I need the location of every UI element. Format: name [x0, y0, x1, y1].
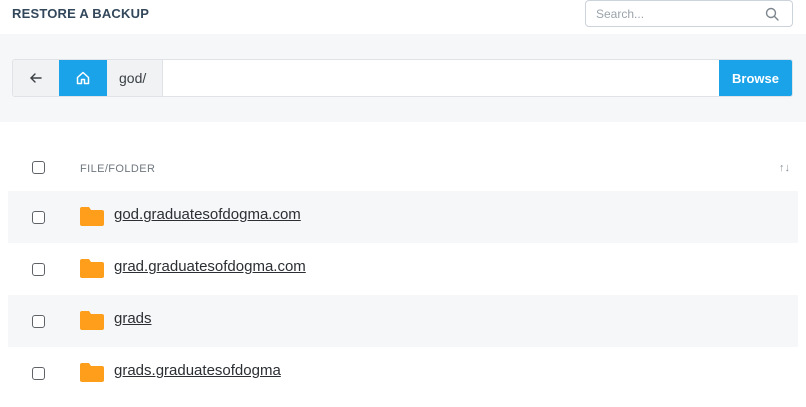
table-row: grad.graduatesofdogma.com	[8, 243, 798, 295]
file-table: FILE/FOLDER ↑↓ god.graduatesofdogma.com …	[8, 145, 798, 399]
table-header: FILE/FOLDER ↑↓	[8, 145, 798, 191]
search-box[interactable]	[585, 0, 793, 27]
folder-icon	[80, 259, 104, 278]
folder-link[interactable]: grad.graduatesofdogma.com	[114, 258, 306, 275]
search-icon[interactable]	[765, 7, 779, 21]
arrow-left-icon	[30, 73, 42, 83]
folder-link[interactable]: grads	[114, 310, 152, 327]
folder-link[interactable]: god.graduatesofdogma.com	[114, 206, 301, 223]
search-input[interactable]	[586, 1, 756, 26]
back-button[interactable]	[13, 60, 59, 96]
folder-icon	[80, 207, 104, 226]
browse-button[interactable]: Browse	[719, 60, 792, 96]
page-title: RESTORE A BACKUP	[12, 6, 150, 21]
row-checkbox[interactable]	[32, 211, 45, 224]
row-checkbox[interactable]	[32, 263, 45, 276]
row-checkbox[interactable]	[32, 367, 45, 380]
folder-icon	[80, 363, 104, 382]
home-button[interactable]	[59, 60, 107, 96]
home-icon	[76, 71, 90, 85]
folder-link[interactable]: grads.graduatesofdogma	[114, 362, 281, 379]
path-prefix: god/	[107, 60, 163, 96]
select-all-checkbox[interactable]	[32, 161, 45, 174]
path-input[interactable]	[163, 60, 719, 96]
table-row: grads.graduatesofdogma	[8, 347, 798, 399]
row-checkbox[interactable]	[32, 315, 45, 328]
path-bar-section: god/ Browse	[0, 34, 806, 122]
table-row: god.graduatesofdogma.com	[8, 191, 798, 243]
path-bar: god/ Browse	[12, 59, 793, 97]
sort-icon[interactable]: ↑↓	[779, 162, 790, 174]
table-row: grads	[8, 295, 798, 347]
column-header-file-folder: FILE/FOLDER	[80, 163, 156, 175]
top-bar: RESTORE A BACKUP	[0, 0, 806, 34]
folder-icon	[80, 311, 104, 330]
